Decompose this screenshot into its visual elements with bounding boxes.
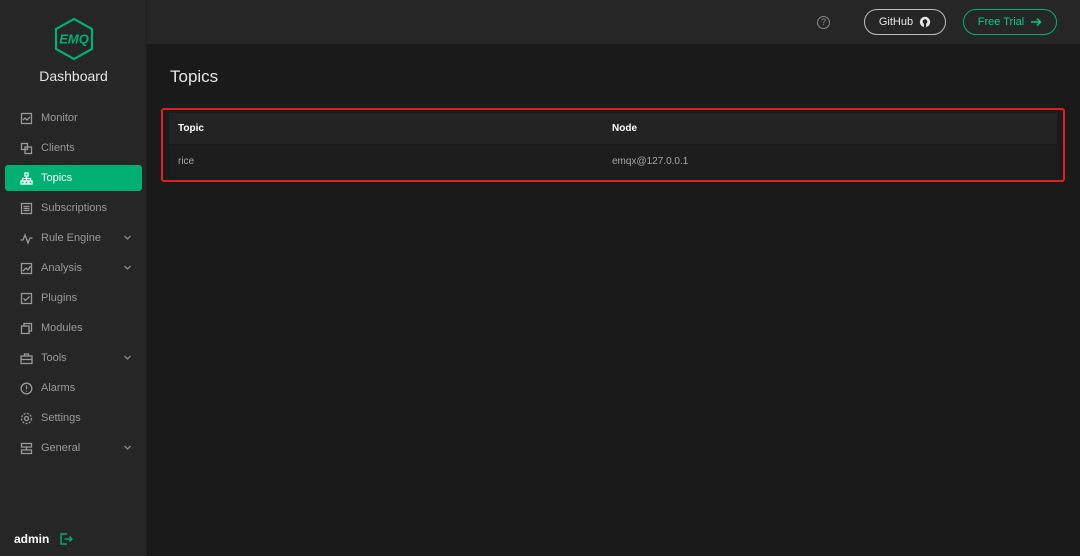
brand-title: Dashboard <box>39 68 108 84</box>
sidebar-item-label: General <box>41 442 81 454</box>
sidebar-item-label: Settings <box>41 412 81 424</box>
sidebar-item-label: Subscriptions <box>41 202 108 214</box>
gear-icon <box>20 412 33 425</box>
sidebar-item-subscriptions[interactable]: Subscriptions <box>5 195 142 221</box>
page-title: Topics <box>170 67 219 86</box>
github-icon <box>919 16 931 28</box>
plugins-icon <box>20 292 33 305</box>
logout-icon[interactable] <box>59 532 74 546</box>
sidebar-item-label: Alarms <box>41 382 76 394</box>
sidebar-item-alarms[interactable]: Alarms <box>5 375 142 401</box>
emq-logo[interactable]: EMQ <box>0 16 147 66</box>
alarm-icon <box>20 382 33 395</box>
sidebar-item-label: Plugins <box>41 292 78 304</box>
analysis-icon <box>20 262 33 275</box>
sidebar-item-analysis[interactable]: Analysis <box>5 255 142 281</box>
node-cell: emqx@127.0.0.1 <box>612 155 689 167</box>
user-area: admin <box>14 532 74 546</box>
rule-engine-icon <box>20 232 33 245</box>
sidebar-item-label: Analysis <box>41 262 82 274</box>
monitor-icon <box>20 112 33 125</box>
sidebar-item-rule-engine[interactable]: Rule Engine <box>5 225 142 251</box>
sidebar-item-modules[interactable]: Modules <box>5 315 142 341</box>
arrow-right-icon <box>1030 17 1042 27</box>
sidebar-item-label: Clients <box>41 142 75 154</box>
sidebar-item-monitor[interactable]: Monitor <box>5 105 142 131</box>
sidebar-item-settings[interactable]: Settings <box>5 405 142 431</box>
github-button[interactable]: GitHub <box>864 9 946 35</box>
sidebar-item-tools[interactable]: Tools <box>5 345 142 371</box>
modules-icon <box>20 322 33 335</box>
table-row[interactable]: rice emqx@127.0.0.1 <box>169 145 1057 177</box>
sidebar-nav: Monitor Clients Topics Subscriptions Rul… <box>0 105 147 465</box>
sidebar-item-label: Rule Engine <box>41 232 101 244</box>
sidebar-item-label: Topics <box>41 172 73 184</box>
chevron-down-icon[interactable] <box>123 353 132 362</box>
topics-table: Topic Node rice emqx@127.0.0.1 <box>169 113 1057 177</box>
chevron-down-icon[interactable] <box>123 443 132 452</box>
chevron-down-icon[interactable] <box>123 233 132 242</box>
logo-text: EMQ <box>59 32 89 47</box>
free-trial-button[interactable]: Free Trial <box>963 9 1057 35</box>
table-header: Topic Node <box>169 113 1057 145</box>
clients-icon <box>20 142 33 155</box>
free-trial-button-label: Free Trial <box>977 16 1025 28</box>
sidebar-item-label: Monitor <box>41 112 78 124</box>
column-header-node: Node <box>612 123 637 134</box>
topic-cell: rice <box>178 155 195 167</box>
general-icon <box>20 442 33 455</box>
column-header-topic: Topic <box>178 123 204 134</box>
sidebar-item-clients[interactable]: Clients <box>5 135 142 161</box>
tools-icon <box>20 352 33 365</box>
top-bar: ? GitHub Free Trial <box>147 0 1080 44</box>
help-icon[interactable]: ? <box>817 16 830 29</box>
username: admin <box>14 532 50 546</box>
sidebar-item-label: Modules <box>41 322 83 334</box>
sidebar-item-label: Tools <box>41 352 67 364</box>
topics-table-highlight: Topic Node rice emqx@127.0.0.1 <box>161 108 1065 182</box>
sidebar-item-topics[interactable]: Topics <box>5 165 142 191</box>
subscriptions-icon <box>20 202 33 215</box>
sidebar-item-plugins[interactable]: Plugins <box>5 285 142 311</box>
github-button-label: GitHub <box>878 16 914 28</box>
chevron-down-icon[interactable] <box>123 263 132 272</box>
topics-icon <box>20 171 33 185</box>
sidebar-item-general[interactable]: General <box>5 435 142 461</box>
sidebar: EMQ Dashboard Monitor Clients Topics Sub… <box>0 0 147 556</box>
